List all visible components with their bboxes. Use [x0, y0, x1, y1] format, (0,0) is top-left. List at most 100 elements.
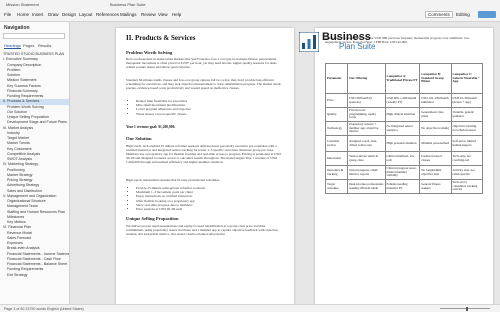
- table-header-cell: Competitor C: Generic Wearable + App: [450, 63, 483, 94]
- table-cell: USD 39/month (6 sessions): [347, 93, 386, 108]
- nav-heading-item[interactable]: Exit Strategy: [0, 273, 69, 278]
- table-cell: USD 120–180/month unlimited: [419, 93, 452, 108]
- table-cell: Assigned coach, data-driven follow-ups: [347, 135, 386, 152]
- nav-heading-item[interactable]: Staffing and Human Resources Plan: [0, 210, 69, 215]
- navigation-pane: Navigation Headings Pages Results TRUSTE…: [0, 22, 70, 304]
- table-row: Innovation Sensor-driven rehab in group c…: [324, 151, 483, 166]
- table-row: Technology Proprietary sensors + member a…: [324, 121, 483, 136]
- tab-mailings[interactable]: Mailings: [120, 12, 137, 17]
- status-word-count: Page 3 of 60 23790 words English (United…: [4, 307, 84, 311]
- ribbon-tabs: File Home Insert Draw Design Layout Refe…: [0, 8, 500, 22]
- table-cell: Tech-savvy consumers tracking activity: [450, 179, 483, 194]
- subsection-solution-title: Our Solution: [126, 136, 152, 141]
- list-item: Waste money on non-specific classes: [136, 112, 282, 116]
- table-cell: USD 10–30/month (device + app): [450, 93, 483, 108]
- nav-tab-pages[interactable]: Pages: [23, 43, 34, 48]
- table-cell: Minimal personalized: [419, 135, 452, 152]
- document-page-right: renewable. It economically used for USD …: [315, 28, 493, 304]
- section-heading: II. Products & Services: [126, 34, 196, 42]
- logo-word-plan-suite: Plan Suite: [339, 42, 376, 51]
- table-cell: Innovation: [324, 151, 349, 166]
- tab-insert[interactable]: Insert: [32, 12, 43, 17]
- share-button[interactable]: [478, 11, 496, 18]
- table-cell: Private-level programming, equity focus: [347, 107, 386, 122]
- table-cell: Target customer: [324, 179, 349, 194]
- table-cell: High personal attention: [384, 135, 421, 152]
- table-header-cell: Competitor B: Standard Group Pilates: [419, 63, 452, 94]
- table-cell: Activity data, not rehab specific: [450, 165, 483, 180]
- solution-paragraph: High touch, tech enabled 25 minute refor…: [126, 144, 281, 165]
- tab-view[interactable]: View: [158, 12, 168, 17]
- navigation-search-input[interactable]: [3, 33, 65, 39]
- navigation-tabs: Headings Pages Results: [4, 43, 66, 49]
- usp-paragraph: We deliver proven trend presentations an…: [126, 224, 279, 237]
- table-cell: Outcomes & tracking: [324, 165, 349, 180]
- table-row: Target customer Dual-income professionals…: [324, 179, 483, 194]
- subsection-problem-title: Problem Worth Solving: [126, 50, 173, 55]
- table-cell: Generalized class plans: [419, 107, 452, 122]
- business-plan-suite-logo: Business Plan Suite: [299, 31, 391, 53]
- nav-heading-item[interactable]: Financial Statements - Income Statement: [0, 252, 69, 257]
- window-title: Mission Statement: [6, 2, 39, 7]
- tab-review[interactable]: Review: [141, 12, 156, 17]
- problem-paragraph: Retro professionals in dense urban marke…: [126, 57, 278, 70]
- tab-home[interactable]: Home: [17, 12, 29, 17]
- zoom-slider[interactable]: [440, 308, 490, 309]
- nav-tab-results[interactable]: Results: [38, 43, 51, 48]
- year1-revenue-goal: Year 1 revenue goal: $1,200,000.: [126, 125, 176, 129]
- table-cell: Format-focused classes: [419, 151, 452, 166]
- table-cell: Sensor-driven rehab in group class: [347, 151, 386, 166]
- table-header-cell: Parameter: [324, 63, 349, 94]
- table-cell: No objective tracking: [419, 121, 452, 136]
- table-cell: General fitness seekers: [419, 179, 452, 194]
- subsection-usp-title: Unique Selling Proposition: [126, 216, 179, 221]
- table-cell: Price: [324, 93, 349, 108]
- table-cell: Proprietary sensors + member app; object…: [347, 121, 386, 136]
- bar-chart-logo-icon: [299, 32, 319, 52]
- comments-button[interactable]: Comments: [425, 11, 453, 18]
- table-row: Quality Private-level programming, equity…: [324, 107, 483, 122]
- tab-help[interactable]: Help: [172, 12, 181, 17]
- nav-heading-item[interactable]: Development Stage and Future Plans: [0, 120, 69, 125]
- document-canvas[interactable]: II. Products & Services Problem Worth So…: [71, 22, 500, 304]
- list-item: Price sessions at USD 49–69 each: [136, 207, 282, 211]
- table-cell: Variable, generic guidance: [450, 107, 483, 122]
- table-cell: Self-serve, limited human support: [450, 135, 483, 152]
- table-cell: Stored progress, rehab metrics, reports: [347, 165, 386, 180]
- navigation-title: Navigation: [4, 25, 30, 31]
- table-cell: Clinical progress notes, limited member …: [384, 165, 421, 180]
- table-header-cell: Our Offering: [347, 63, 386, 94]
- tab-file[interactable]: File: [4, 12, 11, 17]
- tab-layout[interactable]: Layout: [79, 12, 93, 17]
- tab-design[interactable]: Design: [62, 12, 76, 17]
- table-cell: Patients needing intensive PT: [384, 179, 421, 194]
- table-cell: No longitudinal objective data: [419, 165, 452, 180]
- editing-mode-button[interactable]: Editing: [456, 12, 470, 17]
- table-cell: Customer service: [324, 135, 349, 152]
- problem-bullet-list: Reduce time flexibility for executives M…: [132, 99, 282, 116]
- solution-paragraph-2: High-touch, measurable sessions that fit…: [126, 178, 220, 182]
- table-cell: High clinical attention: [384, 107, 421, 122]
- table-row: Price USD 39/month (6 sessions) USD 600–1,…: [324, 93, 483, 108]
- zoom-slider-handle[interactable]: [466, 306, 468, 311]
- document-filename: Business Plan Suite: [110, 2, 146, 7]
- problem-paragraph-2: Standard 60-minute studio classes and lo…: [126, 78, 281, 91]
- status-bar: Page 3 of 60 23790 words English (United…: [0, 304, 500, 312]
- tab-draw[interactable]: Draw: [48, 12, 59, 17]
- nav-tab-headings[interactable]: Headings: [4, 43, 21, 49]
- table-cell: Technology: [324, 121, 349, 136]
- document-page-left: II. Products & Services Problem Worth So…: [116, 28, 294, 304]
- title-bar: Mission Statement Business Plan Suite: [0, 0, 500, 8]
- table-header-row: Parameter Our Offering Competitor A: Tra…: [324, 63, 483, 94]
- table-row: Outcomes & tracking Stored progress, reha…: [324, 165, 483, 180]
- navigation-heading-list: TRUSTED STUDIO BUSINESS PLAN I. Executive…: [0, 52, 69, 278]
- solution-bullet-list: Provide 25-minute semi-private reformer …: [132, 186, 282, 211]
- competitor-comparison-table: Parameter Our Offering Competitor A: Tra…: [324, 63, 483, 194]
- table-cell: Tech-only, not coaching-led: [450, 151, 483, 166]
- table-cell: Quality: [324, 107, 349, 122]
- tab-references[interactable]: References: [96, 12, 119, 17]
- table-cell: Clinical methods, low tech: [384, 151, 421, 166]
- table-cell: Dual-income professionals seeking effici…: [347, 179, 386, 194]
- table-cell: No integrated sensor analytics: [384, 121, 421, 136]
- table-header-cell: Competitor A: Traditional Private PT: [384, 63, 421, 94]
